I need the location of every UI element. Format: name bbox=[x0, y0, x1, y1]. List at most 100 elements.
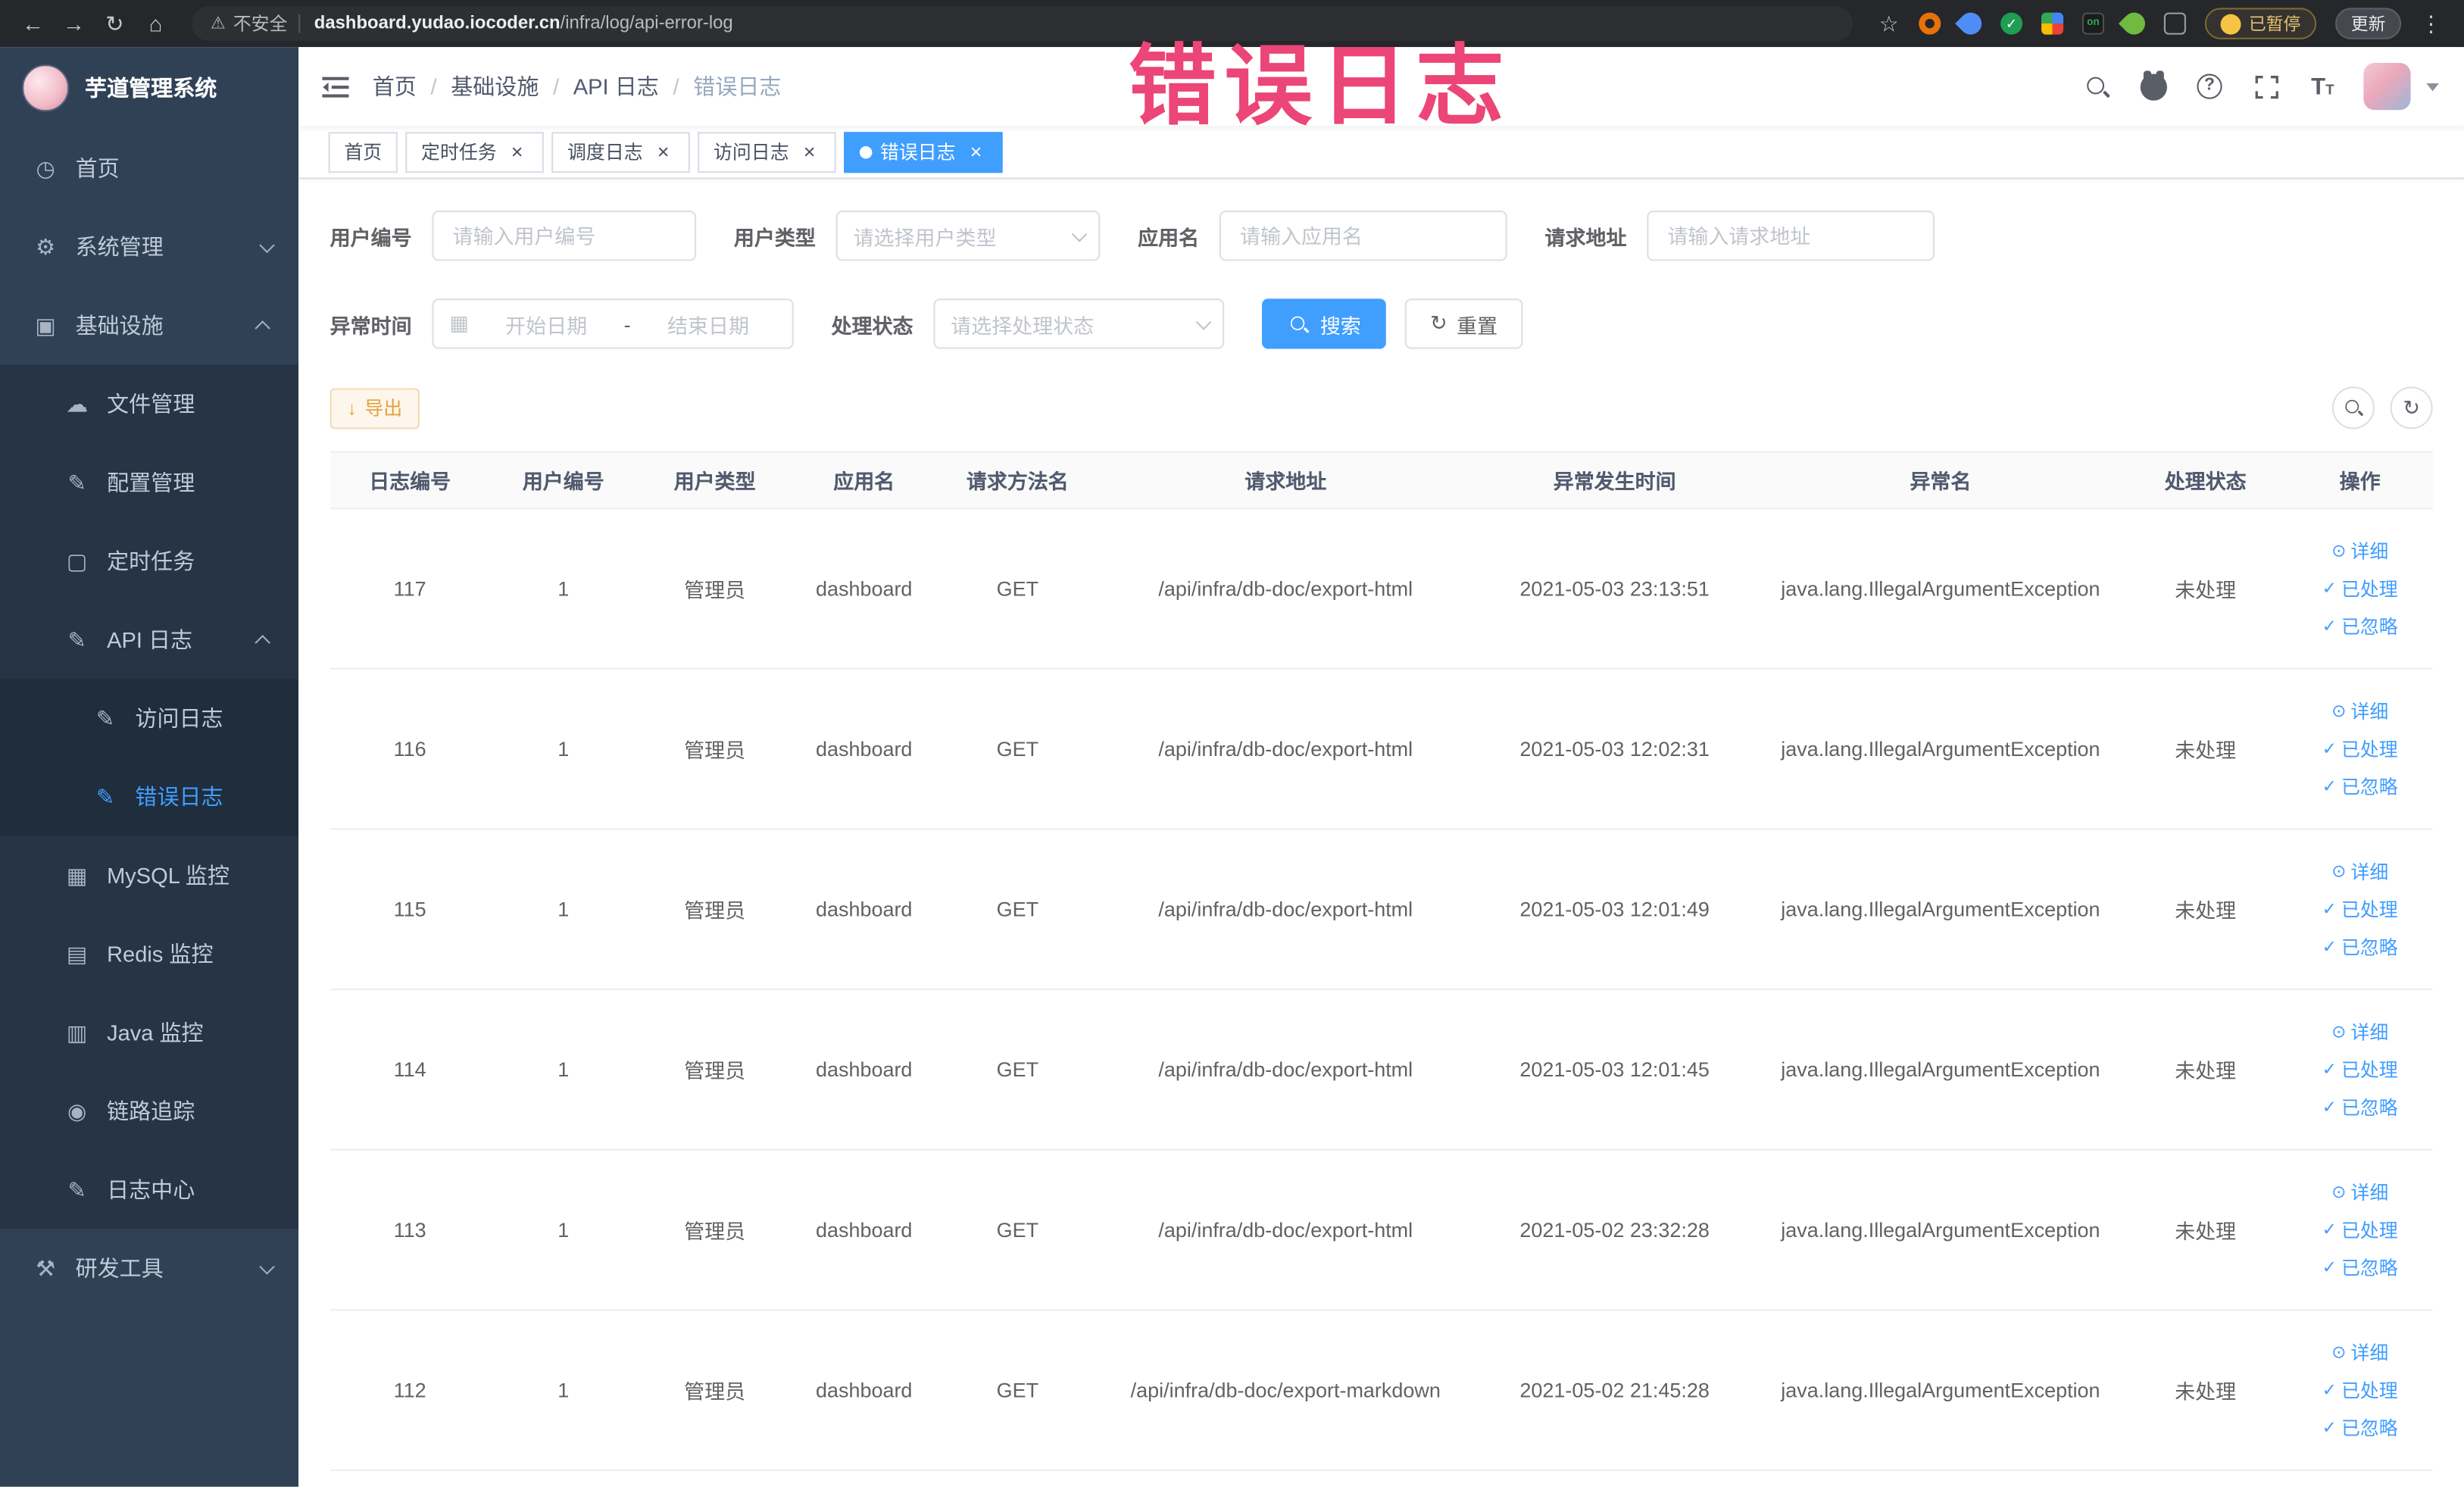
sidebar-item-job[interactable]: ▢ 定时任务 bbox=[0, 521, 299, 601]
reset-button[interactable]: ↻ 重置 bbox=[1404, 298, 1523, 349]
sidebar-item-system[interactable]: ⚙ 系统管理 bbox=[0, 207, 299, 286]
tabs-bar: 首页 定时任务 × 调度日志 × 访问日志 × 错误日志 × bbox=[298, 125, 2464, 180]
extension-icon-check[interactable]: ✓ bbox=[2000, 12, 2023, 35]
sidebar-item-infra[interactable]: ▣ 基础设施 bbox=[0, 286, 299, 365]
refresh-button[interactable]: ↻ bbox=[2390, 386, 2433, 430]
extension-icon-drop[interactable] bbox=[1955, 8, 1987, 39]
chevron-down-icon[interactable] bbox=[2426, 82, 2439, 91]
action-processed[interactable]: ✓ 已处理 bbox=[2322, 1217, 2398, 1243]
back-button[interactable]: ← bbox=[16, 6, 51, 41]
close-icon[interactable]: × bbox=[652, 141, 674, 163]
user-type-select[interactable]: 请选择用户类型 bbox=[835, 211, 1101, 261]
action-ignored[interactable]: ✓ 已忽略 bbox=[2322, 773, 2398, 800]
tab-job-log[interactable]: 调度日志 × bbox=[551, 131, 690, 173]
profile-paused-badge[interactable]: 已暂停 bbox=[2204, 8, 2317, 39]
status-cell: 未处理 bbox=[2175, 1059, 2237, 1083]
action-processed[interactable]: ✓ 已处理 bbox=[2322, 1376, 2398, 1403]
sidebar-item-home[interactable]: ◷ 首页 bbox=[0, 129, 299, 208]
breadcrumb-item[interactable]: 首页 bbox=[373, 70, 417, 102]
action-processed[interactable]: ✓ 已处理 bbox=[2322, 575, 2398, 601]
help-icon[interactable]: ? bbox=[2194, 70, 2225, 102]
sidebar-item-label: 错误日志 bbox=[135, 784, 223, 810]
action-detail[interactable]: ⊙ 详细 bbox=[2331, 1018, 2388, 1045]
action-detail[interactable]: ⊙ 详细 bbox=[2331, 698, 2388, 724]
date-range-picker[interactable]: ▦ 开始日期 - 结束日期 bbox=[432, 298, 794, 349]
tab-error-log[interactable]: 错误日志 × bbox=[844, 131, 1003, 173]
app-cell: dashboard bbox=[815, 576, 913, 601]
actions-cell: ⊙ 详细 ✓ 已处理 ✓ 已忽略 bbox=[2288, 1339, 2433, 1442]
action-label: 已处理 bbox=[2341, 1379, 2398, 1402]
action-detail[interactable]: ⊙ 详细 bbox=[2331, 858, 2388, 885]
toggle-search-button[interactable] bbox=[2331, 386, 2375, 430]
close-icon[interactable]: × bbox=[506, 141, 528, 163]
chevron-down-icon bbox=[1195, 314, 1212, 330]
user-id-input[interactable] bbox=[432, 211, 697, 261]
export-button[interactable]: ↓ 导出 bbox=[329, 387, 420, 429]
sidebar-item-mysql[interactable]: ▦ MySQL 监控 bbox=[0, 836, 299, 915]
search-button[interactable]: 搜索 bbox=[1262, 298, 1386, 349]
action-ignored[interactable]: ✓ 已忽略 bbox=[2322, 613, 2398, 639]
tab-access-log[interactable]: 访问日志 × bbox=[698, 131, 836, 173]
sidebar-item-log-center[interactable]: ✎ 日志中心 bbox=[0, 1150, 299, 1229]
close-icon[interactable]: × bbox=[798, 141, 820, 163]
address-bar[interactable]: ⚠ 不安全 dashboard.yudao.iocoder.cn/infra/l… bbox=[192, 6, 1853, 41]
sidebar-item-redis[interactable]: ▤ Redis 监控 bbox=[0, 914, 299, 994]
action-ignored[interactable]: ✓ 已忽略 bbox=[2322, 1414, 2398, 1441]
sidebar-item-api-log[interactable]: ✎ API 日志 bbox=[0, 600, 299, 679]
active-tab-dot bbox=[859, 145, 873, 158]
filter-app-name: 应用名 bbox=[1138, 211, 1507, 261]
process-status-select[interactable]: 请选择处理状态 bbox=[933, 298, 1225, 349]
close-icon[interactable]: × bbox=[965, 141, 987, 163]
breadcrumb-item[interactable]: 基础设施 bbox=[451, 70, 539, 102]
actions-cell: ⊙ 详细 ✓ 已处理 ✓ 已忽略 bbox=[2288, 1179, 2433, 1281]
action-detail[interactable]: ⊙ 详细 bbox=[2331, 538, 2388, 564]
github-icon[interactable] bbox=[2138, 70, 2169, 102]
reload-button[interactable]: ↻ bbox=[98, 6, 133, 41]
sidebar-item-access-log[interactable]: ✎ 访问日志 bbox=[0, 679, 299, 758]
user-id-label: 用户编号 bbox=[329, 225, 412, 249]
extension-icon-grid[interactable] bbox=[2041, 12, 2064, 35]
action-processed[interactable]: ✓ 已处理 bbox=[2322, 1056, 2398, 1082]
action-ignored[interactable]: ✓ 已忽略 bbox=[2322, 933, 2398, 960]
app-name-input[interactable] bbox=[1220, 211, 1507, 261]
error-log-table: 日志编号 用户编号 用户类型 应用名 请求方法名 请求地址 异常发生时间 异常名 处理状态 操作 … bbox=[329, 451, 2433, 1471]
action-processed[interactable]: ✓ 已处理 bbox=[2322, 736, 2398, 762]
tab-home[interactable]: 首页 bbox=[328, 131, 398, 173]
action-processed[interactable]: ✓ 已处理 bbox=[2322, 896, 2398, 923]
action-detail[interactable]: ⊙ 详细 bbox=[2331, 1179, 2388, 1205]
menu-kebab-icon[interactable]: ⋮ bbox=[2414, 6, 2449, 41]
search-button-label: 搜索 bbox=[1319, 313, 1361, 338]
hamburger-icon[interactable] bbox=[298, 75, 373, 98]
action-label: 详细 bbox=[2350, 1182, 2389, 1204]
sidebar-item-config[interactable]: ✎ 配置管理 bbox=[0, 443, 299, 522]
extensions-puzzle-icon[interactable] bbox=[2163, 12, 2186, 35]
column-header: 请求方法名 bbox=[966, 470, 1069, 494]
sidebar-item-trace[interactable]: ◉ 链路追踪 bbox=[0, 1071, 299, 1151]
sidebar-item-java[interactable]: ▥ Java 监控 bbox=[0, 993, 299, 1072]
home-button[interactable]: ⌂ bbox=[139, 6, 173, 41]
extension-icon-leaf[interactable] bbox=[2118, 8, 2150, 39]
fullscreen-icon[interactable] bbox=[2250, 70, 2281, 102]
breadcrumb-item[interactable]: API 日志 bbox=[573, 70, 659, 102]
request-url-input[interactable] bbox=[1647, 211, 1935, 261]
search-icon[interactable] bbox=[2081, 70, 2112, 102]
forward-button[interactable]: → bbox=[57, 6, 92, 41]
extension-icon-on-badge[interactable]: on bbox=[2081, 12, 2105, 35]
column-header: 请求地址 bbox=[1244, 470, 1327, 494]
user-avatar[interactable] bbox=[2363, 62, 2411, 111]
action-ignored[interactable]: ✓ 已忽略 bbox=[2322, 1094, 2398, 1120]
extension-icon-orange[interactable] bbox=[1919, 12, 1941, 35]
update-button[interactable]: 更新 bbox=[2335, 8, 2402, 39]
action-ignored[interactable]: ✓ 已忽略 bbox=[2322, 1254, 2398, 1281]
tab-label: 访问日志 bbox=[714, 141, 789, 164]
action-detail[interactable]: ⊙ 详细 bbox=[2331, 1339, 2388, 1366]
font-size-icon[interactable]: TT bbox=[2307, 70, 2338, 102]
sidebar-item-dev-tools[interactable]: ⚒ 研发工具 bbox=[0, 1229, 299, 1308]
tab-job[interactable]: 定时任务 × bbox=[405, 131, 544, 173]
sidebar-item-error-log[interactable]: ✎ 错误日志 bbox=[0, 758, 299, 836]
bookmark-star-icon[interactable]: ☆ bbox=[1872, 6, 1907, 41]
date-separator: - bbox=[623, 311, 631, 336]
sidebar-item-file[interactable]: ☁ 文件管理 bbox=[0, 364, 299, 444]
action-label: 已忽略 bbox=[2341, 936, 2398, 959]
app-name-label: 应用名 bbox=[1138, 225, 1200, 249]
